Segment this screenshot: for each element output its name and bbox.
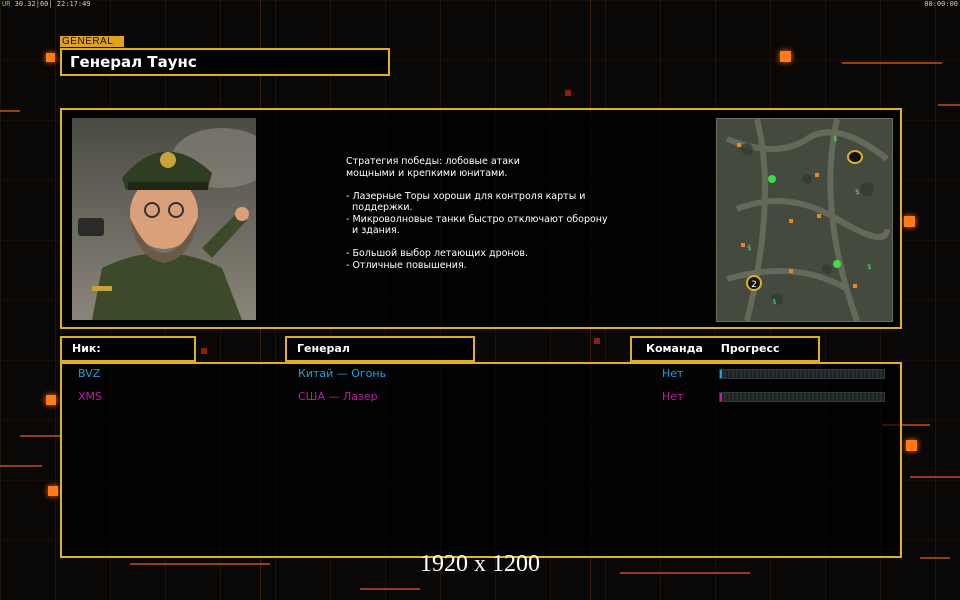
decor-square <box>46 53 55 62</box>
decor-line <box>938 104 960 106</box>
header-progress-label: Прогресс <box>720 342 780 355</box>
player-general: США — Лазер <box>298 390 378 403</box>
header-team-progress[interactable]: Команда Прогресс <box>630 336 820 362</box>
status-right: 00:00:00 <box>924 0 958 8</box>
status-bar: UR 30.32|60| 22:17:49 00:00:00 <box>0 0 960 9</box>
general-portrait <box>72 118 256 320</box>
decor-square <box>46 395 56 405</box>
player-team: Нет <box>662 390 684 403</box>
player-progress-bar <box>719 392 885 402</box>
decor-square <box>780 51 791 62</box>
decor-square <box>48 486 58 496</box>
decor-line <box>20 435 60 437</box>
decor-square <box>594 338 600 344</box>
svg-text:2: 2 <box>751 280 757 290</box>
svg-text:$: $ <box>833 135 837 143</box>
general-description: Стратегия победы: лобовые атаки мощными … <box>346 156 608 271</box>
minimap-icon: 2 $ $ $ $ $ <box>717 119 892 321</box>
player-progress-fill <box>720 393 722 401</box>
header-team-label: Команда <box>646 342 703 355</box>
header-nick-label: Ник: <box>72 342 101 355</box>
status-left: 30.32|60| 22:17:49 <box>14 0 91 8</box>
player-team: Нет <box>662 367 684 380</box>
player-progress-bar <box>719 369 885 379</box>
decor-line <box>360 588 420 590</box>
player-progress-fill <box>720 370 722 378</box>
header-nick[interactable]: Ник: <box>60 336 196 362</box>
decor-square <box>904 216 915 227</box>
decor-line <box>0 465 42 467</box>
header-general[interactable]: Генерал <box>285 336 475 362</box>
svg-text:$: $ <box>772 298 776 306</box>
svg-text:$: $ <box>747 244 751 252</box>
decor-line <box>842 62 942 64</box>
general-portrait-icon <box>72 118 256 320</box>
svg-text:$: $ <box>867 263 871 271</box>
decor-square <box>906 440 917 451</box>
decor-square <box>201 348 207 354</box>
minimap[interactable]: 2 $ $ $ $ $ <box>716 118 893 322</box>
general-tag: GENERAL <box>60 36 124 47</box>
decor-line <box>910 476 960 478</box>
player-nick: XMS <box>78 390 103 403</box>
svg-text:$: $ <box>855 188 859 196</box>
general-name: Генерал Таунс <box>60 48 390 76</box>
player-general: Китай — Огонь <box>298 367 387 380</box>
decor-line <box>0 110 20 112</box>
decor-square <box>565 90 571 96</box>
player-nick: BVZ <box>78 367 101 380</box>
header-general-label: Генерал <box>297 342 350 355</box>
status-prefix: UR <box>2 0 11 8</box>
resolution-watermark: 1920 x 1200 <box>420 551 540 577</box>
